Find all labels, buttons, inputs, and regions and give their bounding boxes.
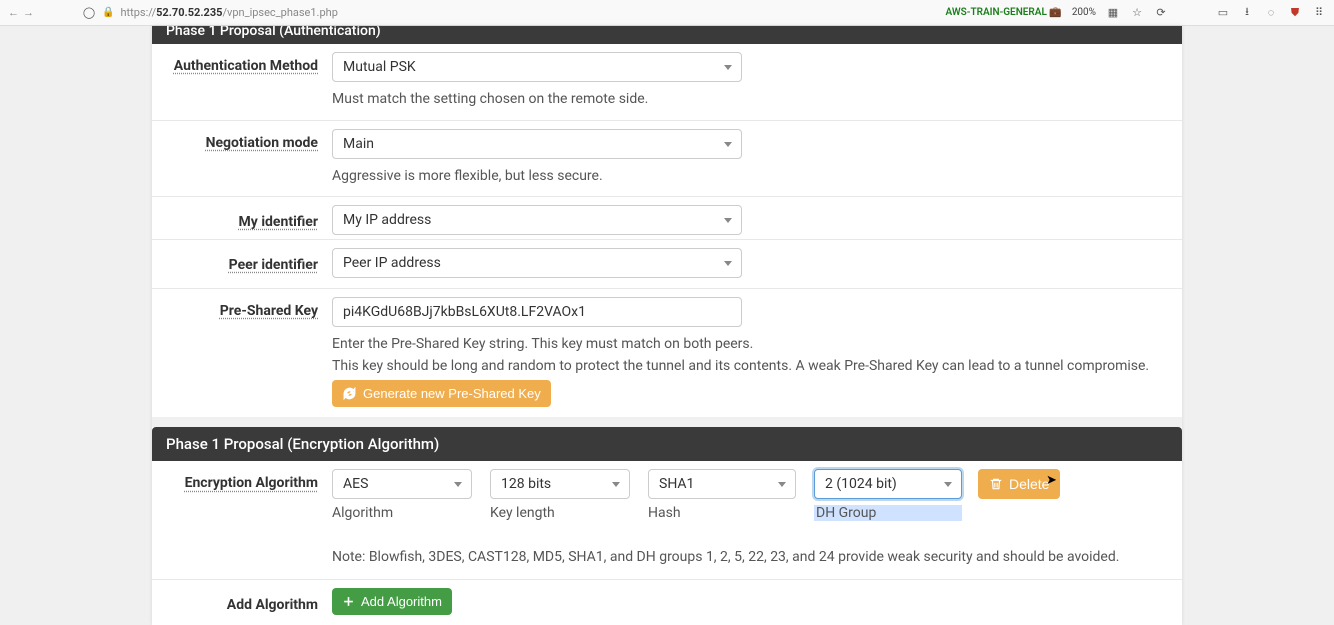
row-my-identifier: My identifier My IP address xyxy=(152,197,1182,240)
nav-forward-icon[interactable]: → xyxy=(23,6,34,19)
menu-icon[interactable]: ⠿ xyxy=(1312,6,1326,20)
label-my-identifier: My identifier xyxy=(239,214,318,230)
label-negotiation-mode: Negotiation mode xyxy=(206,135,318,151)
generate-psk-button[interactable]: Generate new Pre-Shared Key xyxy=(332,380,551,407)
help-auth-method: Must match the setting chosen on the rem… xyxy=(332,90,1170,110)
label-peer-identifier: Peer identifier xyxy=(229,257,318,273)
url-bar[interactable]: https://52.70.52.235/vpn_ipsec_phase1.ph… xyxy=(120,6,337,19)
select-peer-identifier[interactable]: Peer IP address xyxy=(332,248,742,278)
row-peer-identifier: Peer identifier Peer IP address xyxy=(152,240,1182,289)
select-hash[interactable]: SHA1 xyxy=(648,469,796,499)
row-add-algo: Add Algorithm Add Algorithm xyxy=(152,580,1182,625)
select-algorithm[interactable]: AES xyxy=(332,469,472,499)
zoom-level[interactable]: 200% xyxy=(1072,7,1096,18)
encryption-note: Note: Blowfish, 3DES, CAST128, MD5, SHA1… xyxy=(152,531,1182,580)
help-negotiation-mode: Aggressive is more flexible, but less se… xyxy=(332,167,1170,187)
qr-icon[interactable]: ▦ xyxy=(1106,6,1120,20)
account-icon[interactable]: ◌ xyxy=(1264,6,1278,20)
input-psk[interactable]: pi4KGdU68BJj7kbBsL6XUt8.LF2VAOx1 xyxy=(332,297,742,327)
add-algo-button[interactable]: Add Algorithm xyxy=(332,588,452,615)
label-encryption-algo: Encryption Algorithm xyxy=(185,475,318,491)
row-auth-method: Authentication Method Mutual PSK Must ma… xyxy=(152,44,1182,121)
lock-icon: 🔒 xyxy=(102,7,114,18)
section-header-encryption: Phase 1 Proposal (Encryption Algorithm) xyxy=(152,427,1182,461)
section-header-auth: Phase 1 Proposal (Authentication) xyxy=(152,26,1182,44)
select-keylength[interactable]: 128 bits xyxy=(490,469,630,499)
row-psk: Pre-Shared Key pi4KGdU68BJj7kbBsL6XUt8.L… xyxy=(152,289,1182,417)
label-psk: Pre-Shared Key xyxy=(220,303,318,319)
browser-toolbar: ← → ◯ 🔒 https://52.70.52.235/vpn_ipsec_p… xyxy=(0,0,1334,26)
profile-badge[interactable]: AWS-TRAIN-GENERAL 💼 xyxy=(945,7,1061,18)
star-icon[interactable]: ☆ xyxy=(1130,6,1144,20)
help-psk-1: Enter the Pre-Shared Key string. This ke… xyxy=(332,335,1170,355)
label-add-algo: Add Algorithm xyxy=(227,597,318,613)
refresh-icon xyxy=(342,386,357,401)
select-dhgroup[interactable]: 2 (1024 bit) xyxy=(814,469,962,499)
refresh-icon[interactable]: ⟳ xyxy=(1154,6,1168,20)
select-my-identifier[interactable]: My IP address xyxy=(332,205,742,235)
reader-icon[interactable]: ▭ xyxy=(1216,6,1230,20)
select-negotiation-mode[interactable]: Main xyxy=(332,129,742,159)
row-encryption-algo: Encryption Algorithm AES Algorithm 128 b… xyxy=(152,461,1182,531)
select-auth-method[interactable]: Mutual PSK xyxy=(332,52,742,82)
plus-icon xyxy=(342,595,355,608)
form-panel: Phase 1 Proposal (Authentication) Authen… xyxy=(152,26,1182,625)
row-negotiation-mode: Negotiation mode Main Aggressive is more… xyxy=(152,121,1182,198)
shield-icon: ◯ xyxy=(82,6,96,20)
briefcase-icon: 💼 xyxy=(1049,7,1061,18)
help-psk-2: This key should be long and random to pr… xyxy=(332,357,1170,377)
nav-back-icon[interactable]: ← xyxy=(8,6,19,19)
delete-algo-button[interactable]: Delete xyxy=(978,469,1060,499)
label-auth-method: Authentication Method xyxy=(174,58,318,74)
trash-icon xyxy=(989,477,1003,491)
ublock-icon[interactable]: ⛊ xyxy=(1288,6,1302,20)
download-icon[interactable]: ⭳ xyxy=(1240,6,1254,20)
